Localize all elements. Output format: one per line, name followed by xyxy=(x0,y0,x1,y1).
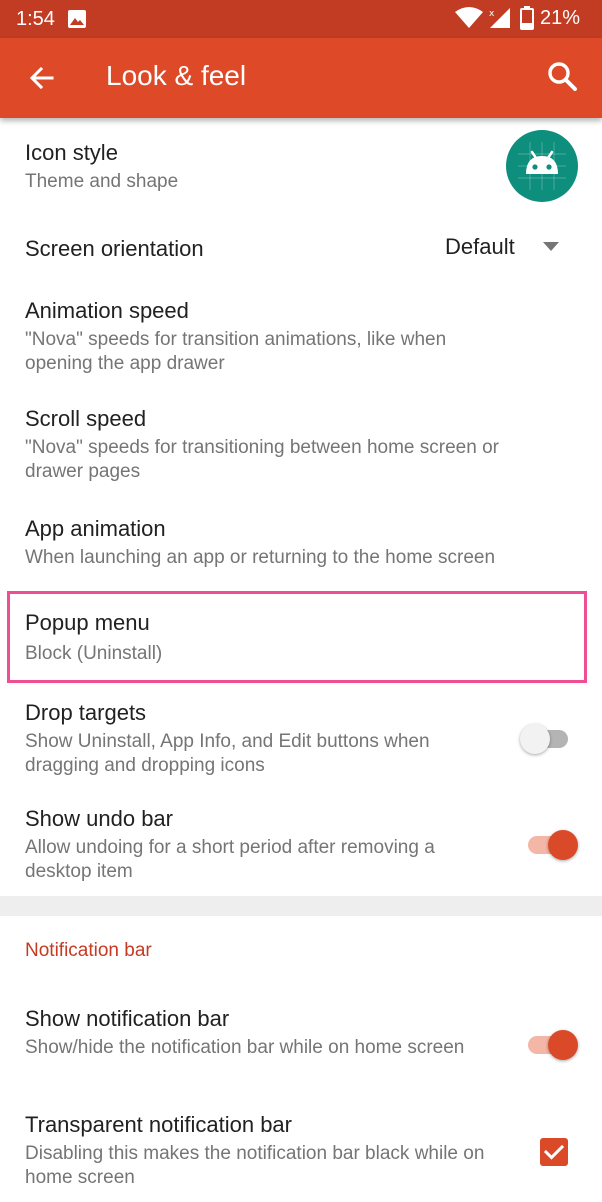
setting-title: Show undo bar xyxy=(25,806,173,831)
switch-thumb xyxy=(520,724,550,754)
setting-transparent-notification-bar[interactable]: Transparent notification bar Disabling t… xyxy=(0,1102,602,1202)
setting-title: Icon style xyxy=(25,140,118,165)
status-bar: 1:54 x 21% xyxy=(0,0,602,38)
setting-show-undo-bar[interactable]: Show undo bar Allow undoing for a short … xyxy=(0,796,602,896)
setting-app-animation[interactable]: App animation When launching an app or r… xyxy=(0,506,602,590)
transparent-bar-checkbox[interactable] xyxy=(540,1138,568,1166)
setting-summary: When launching an app or returning to th… xyxy=(25,547,496,568)
cellular-signal-icon: x xyxy=(488,6,512,30)
back-button[interactable] xyxy=(24,60,60,96)
notification-section: Notification bar Show notification bar S… xyxy=(0,916,602,1202)
wifi-icon xyxy=(454,6,484,30)
setting-drop-targets[interactable]: Drop targets Show Uninstall, App Info, a… xyxy=(0,690,602,796)
android-robot-icon xyxy=(506,130,578,202)
setting-icon-style[interactable]: Icon style Theme and shape xyxy=(0,118,602,214)
svg-text:x: x xyxy=(489,9,495,19)
search-icon xyxy=(548,62,577,91)
undo-bar-toggle[interactable] xyxy=(524,826,578,862)
settings-list: Icon style Theme and shape Screen orient… xyxy=(0,118,602,896)
setting-title: Transparent notification bar xyxy=(25,1112,292,1137)
setting-title: Screen orientation xyxy=(25,236,204,261)
setting-scroll-speed[interactable]: Scroll speed "Nova" speeds for transitio… xyxy=(0,398,602,506)
setting-summary: Allow undoing for a short period after r… xyxy=(25,837,435,882)
setting-summary: Theme and shape xyxy=(25,171,179,192)
battery-percentage: 21% xyxy=(539,6,580,29)
highlight-box xyxy=(7,591,587,683)
app-bar: Look & feel xyxy=(0,38,602,118)
section-divider xyxy=(0,896,602,916)
battery-icon xyxy=(519,6,534,30)
setting-show-notification-bar[interactable]: Show notification bar Show/hide the noti… xyxy=(0,998,602,1102)
arrow-back-icon xyxy=(29,66,54,90)
setting-summary: Show Uninstall, App Info, and Edit butto… xyxy=(25,731,430,776)
notification-bar-toggle[interactable] xyxy=(524,1026,578,1062)
setting-summary: "Nova" speeds for transition animations,… xyxy=(25,329,447,374)
setting-title: Animation speed xyxy=(25,298,189,323)
triangle-down-icon xyxy=(542,242,559,251)
setting-title: Scroll speed xyxy=(25,406,147,431)
page-title: Look & feel xyxy=(106,60,247,91)
setting-summary: Show/hide the notification bar while on … xyxy=(25,1037,465,1058)
switch-thumb xyxy=(548,830,578,860)
checkmark-icon xyxy=(543,1144,565,1160)
status-time: 1:54 xyxy=(16,8,55,30)
search-button[interactable] xyxy=(544,58,582,96)
setting-summary: "Nova" speeds for transitioning between … xyxy=(25,437,499,482)
section-header: Notification bar xyxy=(25,940,152,961)
setting-title: App animation xyxy=(25,516,166,541)
setting-summary: Disabling this makes the notification ba… xyxy=(25,1143,485,1188)
setting-title: Show notification bar xyxy=(25,1006,230,1031)
setting-animation-speed[interactable]: Animation speed "Nova" speeds for transi… xyxy=(0,288,602,398)
switch-thumb xyxy=(548,1030,578,1060)
drop-targets-toggle[interactable] xyxy=(520,720,574,756)
dropdown-value: Default xyxy=(445,234,515,259)
setting-title: Drop targets xyxy=(25,700,147,725)
image-notification-icon xyxy=(68,10,86,33)
orientation-dropdown[interactable]: Default xyxy=(445,234,559,260)
